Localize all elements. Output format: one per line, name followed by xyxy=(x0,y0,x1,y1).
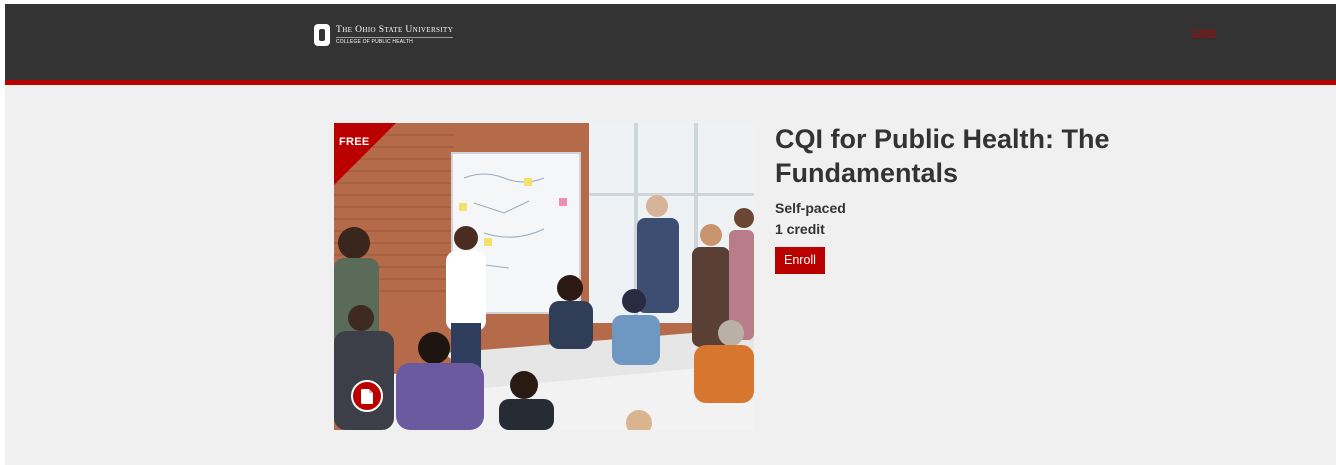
osu-logo[interactable]: The Ohio State University COLLEGE OF PUB… xyxy=(314,22,454,48)
site-header: The Ohio State University COLLEGE OF PUB… xyxy=(5,4,1336,85)
course-meta: Self-paced 1 credit xyxy=(775,198,1195,240)
course-pace: Self-paced xyxy=(775,200,846,216)
course-photo xyxy=(334,123,754,430)
logo-university-name: The Ohio State University xyxy=(336,25,454,38)
course-info: CQI for Public Health: The Fundamentals … xyxy=(775,122,1195,274)
free-ribbon: FREE xyxy=(334,123,396,185)
course-image-card[interactable]: FREE xyxy=(334,123,754,430)
enroll-button[interactable]: Enroll xyxy=(775,247,825,274)
login-link[interactable]: Login xyxy=(1192,27,1216,38)
logo-college-name: COLLEGE OF PUBLIC HEALTH xyxy=(336,38,413,45)
course-credits: 1 credit xyxy=(775,221,825,237)
block-o-icon xyxy=(314,24,330,46)
page: The Ohio State University COLLEGE OF PUB… xyxy=(5,4,1336,465)
free-badge: FREE xyxy=(339,136,370,148)
document-icon xyxy=(361,388,373,404)
course-title: CQI for Public Health: The Fundamentals xyxy=(775,124,1110,188)
course-type-badge xyxy=(351,380,383,412)
